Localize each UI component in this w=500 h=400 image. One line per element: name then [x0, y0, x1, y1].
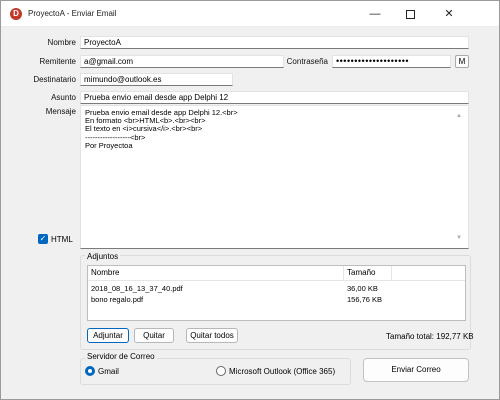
column-separator	[343, 266, 344, 280]
title-bar: D ProyectoA - Enviar Email — ✕	[1, 1, 499, 27]
app-icon: D	[10, 8, 22, 20]
column-header-nombre[interactable]: Nombre	[91, 268, 119, 277]
remitente-label: Remitente	[39, 57, 76, 66]
remitente-field[interactable]: a@gmail.com	[80, 55, 284, 68]
asunto-field[interactable]: Prueba envio email desde app Delphi 12	[80, 91, 469, 104]
message-line: ------------------<br>	[85, 132, 146, 142]
quitar-todos-button[interactable]: Quitar todos	[186, 328, 238, 343]
close-button[interactable]: ✕	[429, 1, 469, 27]
attachment-name: bono regalo.pdf	[91, 295, 144, 304]
maximize-icon	[405, 9, 415, 19]
scroll-up-arrow-icon[interactable]: ▲	[456, 112, 462, 120]
column-header-tamano[interactable]: Tamaño	[347, 268, 375, 277]
header-divider	[88, 280, 465, 281]
destinatario-label: Destinatario	[33, 75, 76, 84]
enviar-correo-button[interactable]: Enviar Correo	[363, 358, 469, 382]
total-size-label: Tamaño total: 192,77 KB	[386, 332, 474, 341]
gmail-radio[interactable]	[85, 366, 95, 376]
table-row[interactable]: 2018_08_16_13_37_40.pdf 36,00 KB	[88, 284, 465, 294]
message-textarea[interactable]: Prueba envio email desde app Delphi 12.<…	[80, 105, 469, 249]
adjuntos-group-title: Adjuntos	[85, 252, 121, 261]
minimize-button[interactable]: —	[358, 1, 392, 27]
outlook-radio[interactable]	[216, 366, 226, 376]
adjuntar-button[interactable]: Adjuntar	[87, 328, 129, 343]
table-row[interactable]: bono regalo.pdf 156,76 KB	[88, 295, 465, 305]
attachments-list[interactable]: Nombre Tamaño 2018_08_16_13_37_40.pdf 36…	[87, 265, 466, 321]
attachment-size: 156,76 KB	[347, 295, 383, 304]
message-line: Por Proyectoa	[85, 140, 133, 150]
column-separator	[391, 266, 392, 280]
html-checkbox-label[interactable]: HTML	[51, 235, 73, 244]
servidor-group-title: Servidor de Correo	[85, 352, 157, 361]
nombre-label: Nombre	[47, 38, 76, 47]
html-checkbox[interactable]: ✓	[38, 234, 48, 244]
gmail-radio-label[interactable]: Gmail	[98, 367, 119, 376]
asunto-label: Asunto	[51, 93, 76, 102]
checkmark-icon: ✓	[39, 234, 47, 243]
nombre-field[interactable]: ProyectoA	[80, 36, 469, 49]
contrasena-label: Contraseña	[286, 57, 328, 66]
send-email-window: D ProyectoA - Enviar Email — ✕ Nombre Pr…	[0, 0, 500, 400]
maximize-button[interactable]	[393, 1, 427, 27]
quitar-button[interactable]: Quitar	[134, 328, 174, 343]
window-title: ProyectoA - Enviar Email	[28, 9, 117, 18]
destinatario-field[interactable]: mimundo@outlook.es	[80, 73, 233, 86]
outlook-radio-label[interactable]: Microsoft Outlook (Office 365)	[229, 367, 335, 376]
attachment-name: 2018_08_16_13_37_40.pdf	[91, 284, 183, 293]
scroll-down-arrow-icon[interactable]: ▼	[456, 234, 462, 242]
password-field[interactable]: ••••••••••••••••••••	[332, 55, 451, 68]
mensaje-label: Mensaje	[45, 107, 76, 116]
attachment-size: 36,00 KB	[347, 284, 378, 293]
m-button[interactable]: M	[455, 55, 469, 68]
